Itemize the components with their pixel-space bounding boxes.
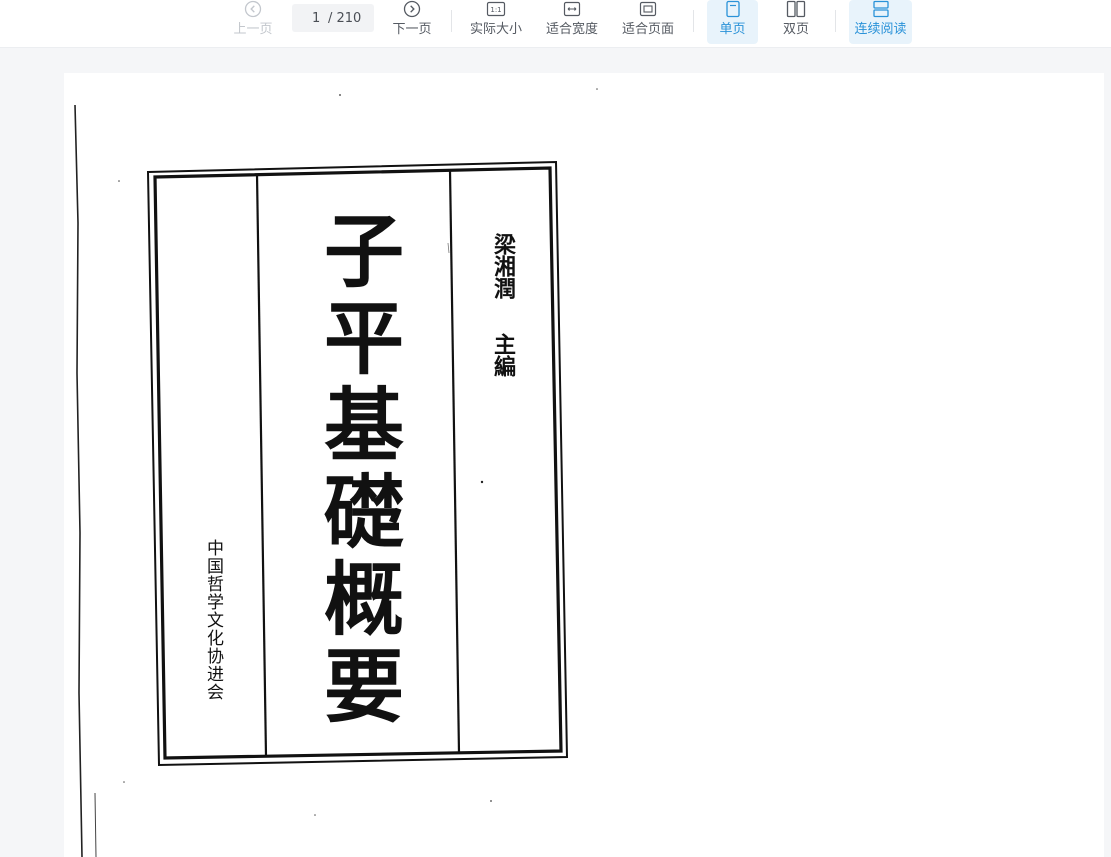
actual-size-label: 实际大小 <box>469 22 522 37</box>
document-viewer[interactable]: 子平基礎概要 梁湘潤主編 中国哲学文化协进会 <box>64 73 1104 857</box>
double-page-label: 双页 <box>782 22 809 37</box>
toolbar-divider <box>835 10 836 32</box>
actual-size-icon-text: 1:1 <box>490 6 501 14</box>
fit-page-label: 适合页面 <box>621 22 674 37</box>
continuous-read-button[interactable]: 连续阅读 <box>849 0 912 44</box>
fit-width-icon <box>561 0 583 19</box>
double-page-icon <box>785 0 807 19</box>
continuous-read-label: 连续阅读 <box>854 22 907 37</box>
current-page-input[interactable]: 1 <box>312 11 326 26</box>
total-pages: / 210 <box>328 10 362 26</box>
chevron-right-circle-icon <box>401 0 423 19</box>
single-page-icon <box>722 0 744 19</box>
toolbar-divider <box>451 10 452 32</box>
book-title: 子平基礎概要 <box>311 209 405 731</box>
fit-width-button[interactable]: 适合宽度 <box>544 0 600 44</box>
single-page-button[interactable]: 单页 <box>707 0 758 44</box>
continuous-read-icon <box>870 0 892 19</box>
actual-size-icon: 1:1 <box>485 0 507 19</box>
page-number-field[interactable]: 1 / 210 <box>292 4 374 32</box>
fit-page-icon <box>637 0 659 19</box>
fit-width-label: 适合宽度 <box>545 22 598 37</box>
editor-credit: 梁湘潤主編 <box>487 233 517 377</box>
next-page-label: 下一页 <box>392 22 432 37</box>
toolbar-divider <box>693 10 694 32</box>
single-page-label: 单页 <box>719 22 746 37</box>
editor-name: 梁湘潤 <box>490 233 515 299</box>
chevron-left-circle-icon <box>242 0 264 19</box>
scanned-page <box>74 88 598 857</box>
toolbar: 上一页 1 / 210 下一页 1:1 实际大小 适合宽度 适合页面 单页 双页… <box>0 0 1111 48</box>
next-page-button[interactable]: 下一页 <box>389 0 435 44</box>
publisher-name: 中国哲学文化协进会 <box>203 539 223 701</box>
prev-page-button[interactable]: 上一页 <box>230 0 276 44</box>
editor-role: 主編 <box>490 333 515 377</box>
double-page-button[interactable]: 双页 <box>773 0 819 44</box>
actual-size-button[interactable]: 1:1 实际大小 <box>468 0 524 44</box>
prev-page-label: 上一页 <box>233 22 273 37</box>
fit-page-button[interactable]: 适合页面 <box>620 0 676 44</box>
